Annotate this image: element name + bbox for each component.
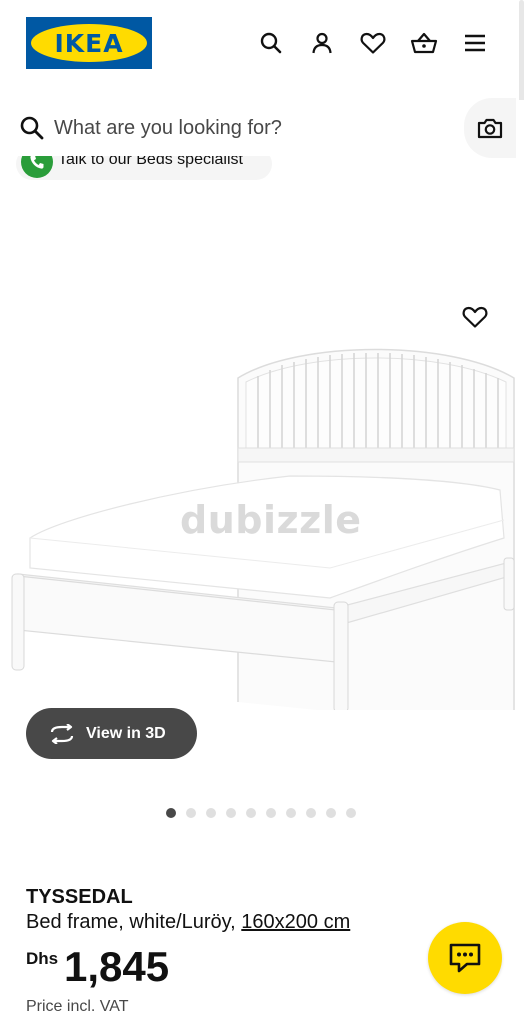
- carousel-dot[interactable]: [326, 808, 336, 818]
- product-name: TYSSEDAL: [26, 886, 133, 908]
- ikea-logo[interactable]: IKEA: [26, 17, 152, 69]
- search-icon[interactable]: [256, 28, 286, 58]
- logo-oval: IKEA: [31, 24, 147, 62]
- carousel-dot[interactable]: [266, 808, 276, 818]
- product-description: Bed frame, white/Luröy, 160x200 cm: [26, 911, 350, 934]
- camera-icon[interactable]: [464, 98, 516, 158]
- carousel-dot[interactable]: [166, 808, 176, 818]
- page-scrollbar[interactable]: [519, 0, 524, 104]
- heart-icon[interactable]: [358, 28, 388, 58]
- rotate-3d-icon: [48, 722, 76, 746]
- search-input[interactable]: [54, 112, 434, 144]
- menu-icon[interactable]: [460, 28, 490, 58]
- carousel-dot[interactable]: [306, 808, 316, 818]
- top-header: IKEA: [0, 0, 526, 104]
- view-in-3d-button[interactable]: View in 3D: [26, 708, 197, 759]
- carousel-dot[interactable]: [286, 808, 296, 818]
- price-amount: 1,845: [64, 943, 170, 990]
- view-in-3d-label: View in 3D: [86, 724, 166, 742]
- chat-icon: [449, 943, 481, 973]
- account-icon[interactable]: [307, 28, 337, 58]
- favourite-icon[interactable]: [460, 302, 490, 332]
- carousel-dot[interactable]: [226, 808, 236, 818]
- product-size-link[interactable]: 160x200 cm: [241, 911, 350, 933]
- carousel-dot[interactable]: [206, 808, 216, 818]
- cart-icon[interactable]: [409, 28, 439, 58]
- carousel-dot[interactable]: [186, 808, 196, 818]
- carousel-dots: [166, 808, 356, 818]
- search-bar: [0, 100, 526, 156]
- price-currency: Dhs: [26, 949, 59, 968]
- chat-button[interactable]: [428, 922, 502, 994]
- carousel-dot[interactable]: [246, 808, 256, 818]
- watermark-text: dubizzle: [180, 498, 362, 542]
- product-description-text: Bed frame, white/Luröy,: [26, 911, 242, 933]
- vat-note: Price incl. VAT: [26, 998, 129, 1015]
- carousel-dot[interactable]: [346, 808, 356, 818]
- search-bar-icon: [19, 115, 45, 141]
- logo-text: IKEA: [54, 28, 124, 58]
